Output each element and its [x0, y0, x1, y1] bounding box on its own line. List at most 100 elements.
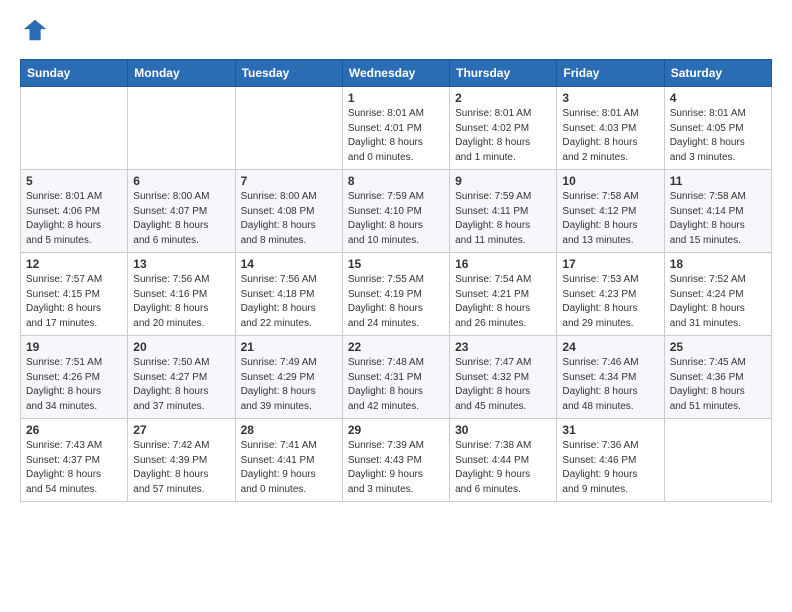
- day-number: 11: [670, 174, 766, 188]
- calendar-cell: 8Sunrise: 7:59 AM Sunset: 4:10 PM Daylig…: [342, 170, 449, 253]
- day-info: Sunrise: 7:58 AM Sunset: 4:14 PM Dayligh…: [670, 190, 766, 248]
- calendar-cell: [128, 87, 235, 170]
- calendar-cell: 21 Sunrise: 7:49 AM Sunset: 4:29 PM Dayli…: [235, 336, 342, 419]
- weekday-header: Sunday: [21, 60, 128, 87]
- day-info: Sunrise: 7:56 AM Sunset: 4:18 PM Dayligh…: [241, 273, 337, 331]
- day-number: 13: [133, 257, 229, 271]
- calendar-cell: [235, 87, 342, 170]
- day-info: Sunrise: 7:49 AM Sunset: 4:29 PM Dayligh…: [241, 356, 337, 414]
- calendar-cell: 4 Sunrise: 8:01 AM Sunset: 4:05 PM Daylig…: [664, 87, 771, 170]
- day-info: Sunrise: 7:50 AM Sunset: 4:27 PM Dayligh…: [133, 356, 229, 414]
- calendar-cell: [21, 87, 128, 170]
- day-info: Sunrise: 7:45 AM Sunset: 4:36 PM Dayligh…: [670, 356, 766, 414]
- calendar-cell: 28 Sunrise: 7:41 AM Sunset: 4:41 PM Dayli…: [235, 419, 342, 502]
- calendar-cell: 14Sunrise: 7:56 AM Sunset: 4:18 PM Dayli…: [235, 253, 342, 336]
- day-number: 5: [26, 174, 122, 188]
- day-info: Sunrise: 8:00 AM Sunset: 4:08 PM Dayligh…: [241, 190, 337, 248]
- day-number: 8: [348, 174, 444, 188]
- day-info: Sunrise: 7:54 AM Sunset: 4:21 PM Dayligh…: [455, 273, 551, 331]
- day-info: Sunrise: 7:59 AM Sunset: 4:11 PM Dayligh…: [455, 190, 551, 248]
- day-number: 16: [455, 257, 551, 271]
- calendar-cell: 23 Sunrise: 7:47 AM Sunset: 4:32 PM Dayli…: [450, 336, 557, 419]
- day-info: Sunrise: 7:51 AM Sunset: 4:26 PM Dayligh…: [26, 356, 122, 414]
- day-info: Sunrise: 7:42 AM Sunset: 4:39 PM Dayligh…: [133, 439, 229, 497]
- day-number: 20: [133, 340, 229, 354]
- day-number: 18: [670, 257, 766, 271]
- weekday-header-row: SundayMondayTuesdayWednesdayThursdayFrid…: [21, 60, 772, 87]
- day-info: Sunrise: 7:43 AM Sunset: 4:37 PM Dayligh…: [26, 439, 122, 497]
- calendar-week-row: 12Sunrise: 7:57 AM Sunset: 4:15 PM Dayli…: [21, 253, 772, 336]
- day-number: 3: [562, 91, 658, 105]
- day-info: Sunrise: 7:48 AM Sunset: 4:31 PM Dayligh…: [348, 356, 444, 414]
- calendar-cell: 26 Sunrise: 7:43 AM Sunset: 4:37 PM Dayli…: [21, 419, 128, 502]
- calendar-cell: 19 Sunrise: 7:51 AM Sunset: 4:26 PM Dayli…: [21, 336, 128, 419]
- day-number: 22: [348, 340, 444, 354]
- calendar-cell: 31 Sunrise: 7:36 AM Sunset: 4:46 PM Dayli…: [557, 419, 664, 502]
- day-number: 24: [562, 340, 658, 354]
- day-info: Sunrise: 7:41 AM Sunset: 4:41 PM Dayligh…: [241, 439, 337, 497]
- day-info: Sunrise: 7:38 AM Sunset: 4:44 PM Dayligh…: [455, 439, 551, 497]
- calendar-cell: 13 Sunrise: 7:56 AM Sunset: 4:16 PM Dayli…: [128, 253, 235, 336]
- day-info: Sunrise: 8:01 AM Sunset: 4:06 PM Dayligh…: [26, 190, 122, 248]
- day-number: 15: [348, 257, 444, 271]
- day-info: Sunrise: 7:36 AM Sunset: 4:46 PM Dayligh…: [562, 439, 658, 497]
- day-number: 10: [562, 174, 658, 188]
- calendar-cell: 16 Sunrise: 7:54 AM Sunset: 4:21 PM Dayli…: [450, 253, 557, 336]
- weekday-header: Friday: [557, 60, 664, 87]
- calendar-cell: 18 Sunrise: 7:52 AM Sunset: 4:24 PM Dayli…: [664, 253, 771, 336]
- day-number: 26: [26, 423, 122, 437]
- calendar-cell: [664, 419, 771, 502]
- day-number: 4: [670, 91, 766, 105]
- day-number: 19: [26, 340, 122, 354]
- day-number: 29: [348, 423, 444, 437]
- calendar-cell: 10Sunrise: 7:58 AM Sunset: 4:12 PM Dayli…: [557, 170, 664, 253]
- day-number: 1: [348, 91, 444, 105]
- day-number: 27: [133, 423, 229, 437]
- day-info: Sunrise: 8:01 AM Sunset: 4:03 PM Dayligh…: [562, 107, 658, 165]
- day-number: 28: [241, 423, 337, 437]
- day-info: Sunrise: 7:53 AM Sunset: 4:23 PM Dayligh…: [562, 273, 658, 331]
- day-info: Sunrise: 8:01 AM Sunset: 4:05 PM Dayligh…: [670, 107, 766, 165]
- weekday-header: Tuesday: [235, 60, 342, 87]
- calendar-cell: 5 Sunrise: 8:01 AM Sunset: 4:06 PM Daylig…: [21, 170, 128, 253]
- calendar-week-row: 1 Sunrise: 8:01 AM Sunset: 4:01 PM Daylig…: [21, 87, 772, 170]
- calendar-week-row: 19 Sunrise: 7:51 AM Sunset: 4:26 PM Dayli…: [21, 336, 772, 419]
- calendar-cell: 25 Sunrise: 7:45 AM Sunset: 4:36 PM Dayli…: [664, 336, 771, 419]
- calendar-cell: 24 Sunrise: 7:46 AM Sunset: 4:34 PM Dayli…: [557, 336, 664, 419]
- calendar-cell: 22 Sunrise: 7:48 AM Sunset: 4:31 PM Dayli…: [342, 336, 449, 419]
- day-info: Sunrise: 7:47 AM Sunset: 4:32 PM Dayligh…: [455, 356, 551, 414]
- calendar-cell: 30 Sunrise: 7:38 AM Sunset: 4:44 PM Dayli…: [450, 419, 557, 502]
- day-number: 31: [562, 423, 658, 437]
- day-number: 21: [241, 340, 337, 354]
- day-info: Sunrise: 7:56 AM Sunset: 4:16 PM Dayligh…: [133, 273, 229, 331]
- day-number: 12: [26, 257, 122, 271]
- day-info: Sunrise: 7:39 AM Sunset: 4:43 PM Dayligh…: [348, 439, 444, 497]
- calendar-cell: 17 Sunrise: 7:53 AM Sunset: 4:23 PM Dayli…: [557, 253, 664, 336]
- weekday-header: Saturday: [664, 60, 771, 87]
- calendar-cell: 11 Sunrise: 7:58 AM Sunset: 4:14 PM Dayli…: [664, 170, 771, 253]
- day-number: 23: [455, 340, 551, 354]
- calendar-cell: 20 Sunrise: 7:50 AM Sunset: 4:27 PM Dayli…: [128, 336, 235, 419]
- page-header: [20, 16, 772, 49]
- calendar-cell: 12Sunrise: 7:57 AM Sunset: 4:15 PM Dayli…: [21, 253, 128, 336]
- calendar-cell: 1 Sunrise: 8:01 AM Sunset: 4:01 PM Daylig…: [342, 87, 449, 170]
- day-number: 2: [455, 91, 551, 105]
- day-number: 30: [455, 423, 551, 437]
- calendar-week-row: 5 Sunrise: 8:01 AM Sunset: 4:06 PM Daylig…: [21, 170, 772, 253]
- day-info: Sunrise: 7:55 AM Sunset: 4:19 PM Dayligh…: [348, 273, 444, 331]
- day-info: Sunrise: 7:46 AM Sunset: 4:34 PM Dayligh…: [562, 356, 658, 414]
- calendar-table: SundayMondayTuesdayWednesdayThursdayFrid…: [20, 59, 772, 502]
- day-number: 17: [562, 257, 658, 271]
- day-info: Sunrise: 8:01 AM Sunset: 4:01 PM Dayligh…: [348, 107, 444, 165]
- logo: [20, 16, 52, 49]
- calendar-cell: 29 Sunrise: 7:39 AM Sunset: 4:43 PM Dayli…: [342, 419, 449, 502]
- day-info: Sunrise: 8:01 AM Sunset: 4:02 PM Dayligh…: [455, 107, 551, 165]
- logo-icon: [22, 16, 50, 44]
- day-number: 25: [670, 340, 766, 354]
- calendar-cell: 3 Sunrise: 8:01 AM Sunset: 4:03 PM Daylig…: [557, 87, 664, 170]
- calendar-cell: 7Sunrise: 8:00 AM Sunset: 4:08 PM Daylig…: [235, 170, 342, 253]
- day-number: 6: [133, 174, 229, 188]
- calendar-cell: 2 Sunrise: 8:01 AM Sunset: 4:02 PM Daylig…: [450, 87, 557, 170]
- day-info: Sunrise: 7:52 AM Sunset: 4:24 PM Dayligh…: [670, 273, 766, 331]
- weekday-header: Monday: [128, 60, 235, 87]
